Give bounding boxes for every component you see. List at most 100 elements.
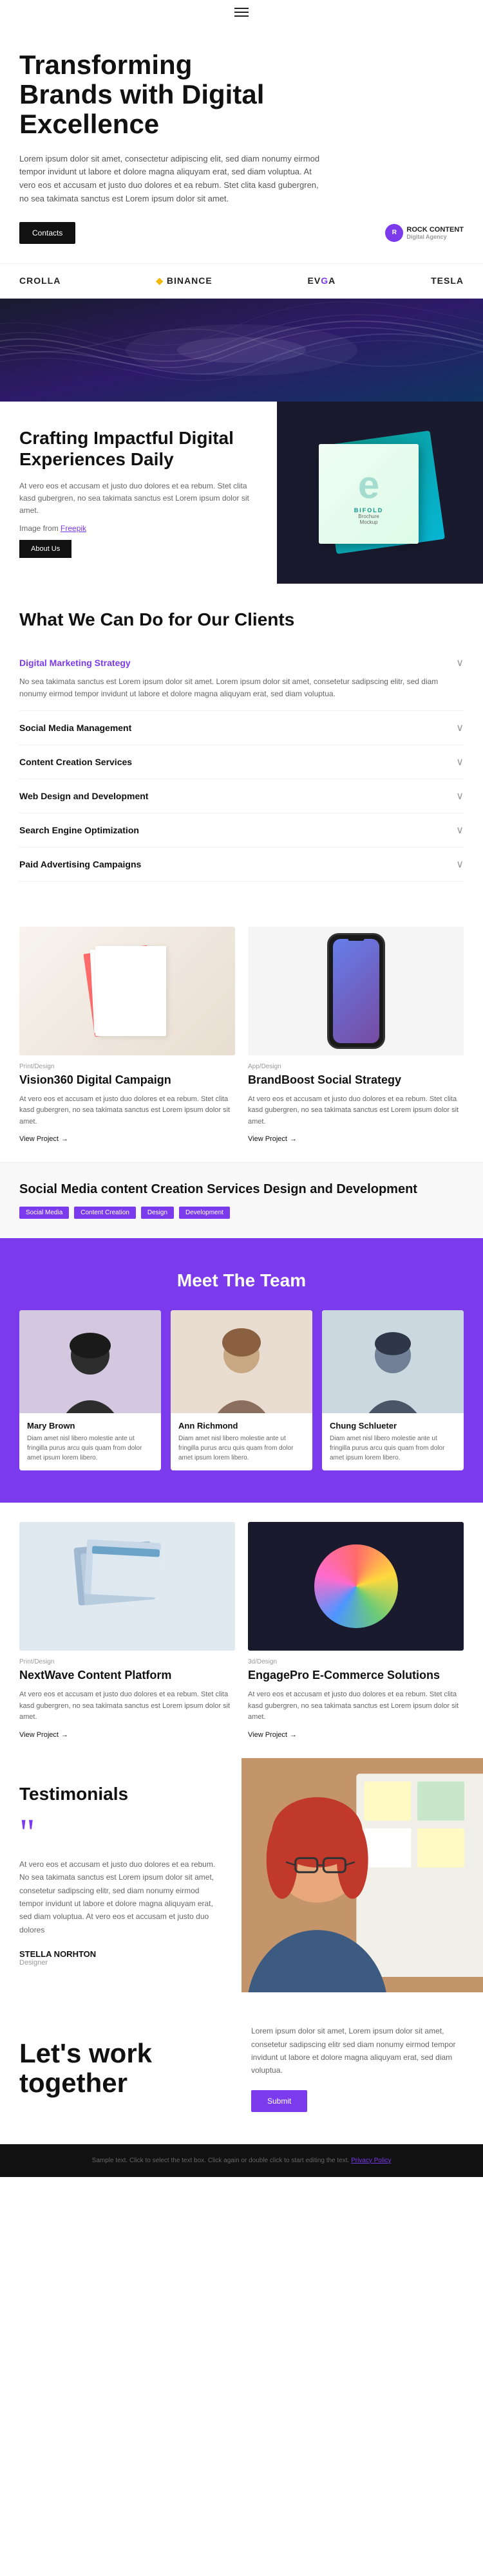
crafting-section: Crafting Impactful Digital Experiences D… bbox=[0, 402, 483, 584]
team-card-mary: Mary Brown Diam amet nisl libero molesti… bbox=[19, 1310, 161, 1470]
color-spiral bbox=[314, 1544, 398, 1628]
social-tag-3: Design bbox=[141, 1207, 174, 1219]
footer: Sample text. Click to select the text bo… bbox=[0, 2144, 483, 2177]
services-title: What We Can Do for Our Clients bbox=[19, 609, 464, 630]
project-title-3: NextWave Content Platform bbox=[19, 1669, 235, 1683]
project-card-2: App/Design BrandBoost Social Strategy At… bbox=[248, 927, 464, 1143]
service-content-creation-header[interactable]: Content Creation Services ∨ bbox=[19, 755, 464, 768]
project-type-2: App/Design bbox=[248, 1063, 464, 1070]
team-image-ann bbox=[171, 1310, 312, 1413]
testimonials-section: Testimonials " At vero eos et accusam et… bbox=[0, 1758, 483, 1992]
wavy-banner bbox=[0, 299, 483, 402]
privacy-policy-link[interactable]: Privacy Policy bbox=[351, 2157, 391, 2164]
chevron-right-icon: ∨ bbox=[456, 721, 464, 734]
social-tags: Social Media Content Creation Design Dev… bbox=[19, 1207, 464, 1219]
project-card-4: 3d/Design EngagePro E-Commerce Solutions… bbox=[248, 1522, 464, 1738]
footer-text: Sample text. Click to select the text bo… bbox=[19, 2157, 464, 2164]
project-card-1: Print/Design Vision360 Digital Campaign … bbox=[19, 927, 235, 1143]
service-social-media-header[interactable]: Social Media Management ∨ bbox=[19, 721, 464, 734]
project-desc-3: At vero eos et accusam et justo duo dolo… bbox=[19, 1689, 235, 1723]
service-social-media-title: Social Media Management bbox=[19, 723, 131, 733]
service-content-creation: Content Creation Services ∨ bbox=[19, 745, 464, 779]
brochure-front: e BIFOLD Brochure Mockup bbox=[319, 444, 419, 544]
view-project-4[interactable]: View Project bbox=[248, 1731, 464, 1739]
service-digital-marketing-content: No sea takimata sanctus est Lorem ipsum … bbox=[19, 676, 464, 700]
logo-crolla: CROLLA bbox=[19, 275, 61, 286]
header-bar bbox=[0, 0, 483, 24]
service-seo: Search Engine Optimization ∨ bbox=[19, 813, 464, 848]
service-digital-marketing-header[interactable]: Digital Marketing Strategy ∨ bbox=[19, 656, 464, 669]
social-tag-4: Development bbox=[179, 1207, 230, 1219]
badge-icon: R bbox=[385, 224, 403, 242]
hamburger-menu[interactable] bbox=[234, 8, 249, 17]
team-title: Meet The Team bbox=[19, 1270, 464, 1291]
project-desc-2: At vero eos et accusam et justo duo dolo… bbox=[248, 1094, 464, 1128]
projects-section: Print/Design Vision360 Digital Campaign … bbox=[0, 907, 483, 1162]
service-digital-marketing-title: Digital Marketing Strategy bbox=[19, 658, 131, 668]
chevron-down-icon: ∨ bbox=[456, 656, 464, 669]
view-project-2[interactable]: View Project bbox=[248, 1135, 464, 1143]
about-button[interactable]: About Us bbox=[19, 540, 71, 558]
service-paid-ads: Paid Advertising Campaigns ∨ bbox=[19, 848, 464, 882]
testimonials-right bbox=[242, 1758, 483, 1992]
project2-grid: Print/Design NextWave Content Platform A… bbox=[19, 1522, 464, 1738]
logo-tesla: TESLA bbox=[431, 275, 464, 286]
service-content-creation-title: Content Creation Services bbox=[19, 757, 132, 767]
testimonials-title: Testimonials bbox=[19, 1784, 222, 1804]
service-web-design: Web Design and Development ∨ bbox=[19, 779, 464, 813]
service-seo-header[interactable]: Search Engine Optimization ∨ bbox=[19, 824, 464, 837]
testimonial-role: Designer bbox=[19, 1959, 222, 1967]
phone-mockup bbox=[327, 933, 385, 1049]
paper-stack bbox=[89, 946, 166, 1036]
chevron-right-icon-5: ∨ bbox=[456, 858, 464, 871]
project-image-3 bbox=[19, 1522, 235, 1651]
submit-button[interactable]: Submit bbox=[251, 2090, 307, 2112]
team-name-mary: Mary Brown bbox=[27, 1421, 153, 1431]
project-type-1: Print/Design bbox=[19, 1063, 235, 1070]
hero-section: Transforming Brands with Digital Excelle… bbox=[0, 24, 483, 263]
team-image-mary bbox=[19, 1310, 161, 1413]
project-type-4: 3d/Design bbox=[248, 1658, 464, 1665]
badge-sub: Digital Agency bbox=[406, 234, 464, 240]
view-project-3[interactable]: View Project bbox=[19, 1731, 235, 1739]
testimonials-image bbox=[242, 1758, 483, 1992]
project-desc-1: At vero eos et accusam et justo duo dolo… bbox=[19, 1094, 235, 1128]
chevron-right-icon-3: ∨ bbox=[456, 790, 464, 802]
cta-left: Let's work together bbox=[19, 2039, 232, 2098]
chevron-right-icon-2: ∨ bbox=[456, 755, 464, 768]
social-tag-1: Social Media bbox=[19, 1207, 69, 1219]
chevron-right-icon-4: ∨ bbox=[456, 824, 464, 837]
service-digital-marketing: Digital Marketing Strategy ∨ No sea taki… bbox=[19, 646, 464, 711]
team-desc-mary: Diam amet nisl libero molestie ante ut f… bbox=[27, 1434, 153, 1463]
logos-bar: CROLLA ◆ BINANCE EVGA TESLA bbox=[0, 263, 483, 299]
hero-description: Lorem ipsum dolor sit amet, consectetur … bbox=[19, 153, 328, 206]
freepik-link[interactable]: Freepik bbox=[61, 524, 86, 533]
view-project-1[interactable]: View Project bbox=[19, 1135, 235, 1143]
social-media-section: Social Media content Creation Services D… bbox=[0, 1162, 483, 1238]
hero-bottom: Contacts R ROCK CONTENT Digital Agency bbox=[19, 222, 464, 244]
logo-evga: EVGA bbox=[308, 275, 336, 286]
projects2-section: Print/Design NextWave Content Platform A… bbox=[0, 1503, 483, 1757]
service-web-design-header[interactable]: Web Design and Development ∨ bbox=[19, 790, 464, 802]
project-title-2: BrandBoost Social Strategy bbox=[248, 1073, 464, 1088]
project-card-3: Print/Design NextWave Content Platform A… bbox=[19, 1522, 235, 1738]
social-tag-2: Content Creation bbox=[74, 1207, 136, 1219]
project-image-2 bbox=[248, 927, 464, 1055]
hero-title: Transforming Brands with Digital Excelle… bbox=[19, 50, 290, 140]
project-type-3: Print/Design bbox=[19, 1658, 235, 1665]
quote-mark-icon: " bbox=[19, 1817, 222, 1848]
crafting-description: At vero eos et accusam et justo duo dolo… bbox=[19, 480, 258, 517]
testimonial-text: At vero eos et accusam et justo duo dolo… bbox=[19, 1858, 222, 1936]
project-image-1 bbox=[19, 927, 235, 1055]
social-media-title: Social Media content Creation Services D… bbox=[19, 1182, 464, 1197]
cta-title: Let's work together bbox=[19, 2039, 232, 2098]
service-paid-ads-header[interactable]: Paid Advertising Campaigns ∨ bbox=[19, 858, 464, 871]
project-title-4: EngagePro E-Commerce Solutions bbox=[248, 1669, 464, 1683]
team-image-chung bbox=[322, 1310, 464, 1413]
contact-button[interactable]: Contacts bbox=[19, 222, 75, 244]
project-title-1: Vision360 Digital Campaign bbox=[19, 1073, 235, 1088]
services-section: What We Can Do for Our Clients Digital M… bbox=[0, 584, 483, 907]
team-grid: Mary Brown Diam amet nisl libero molesti… bbox=[19, 1310, 464, 1470]
team-desc-ann: Diam amet nisl libero molestie ante ut f… bbox=[178, 1434, 305, 1463]
team-name-chung: Chung Schlueter bbox=[330, 1421, 456, 1431]
